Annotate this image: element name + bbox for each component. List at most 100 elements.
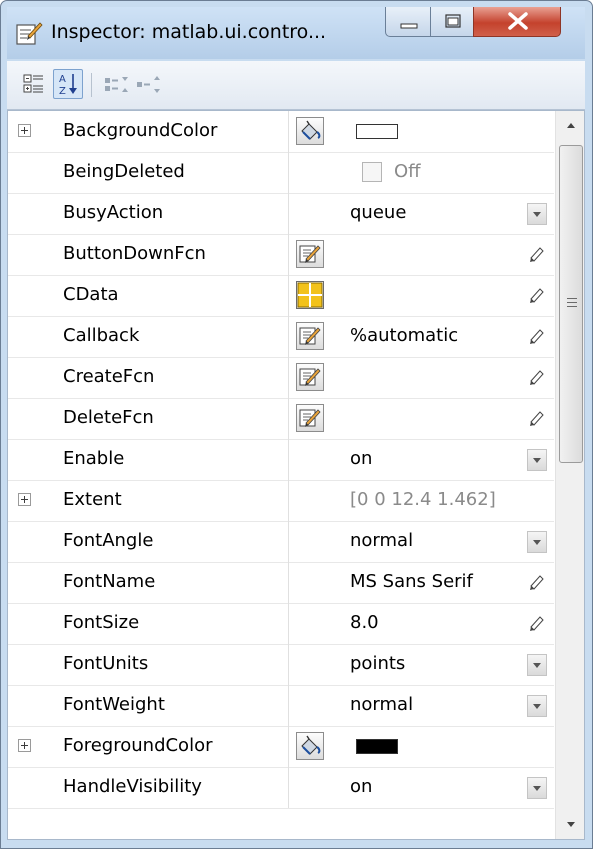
property-name: DeleteFcn: [63, 407, 154, 428]
dropdown-arrow-icon[interactable]: [527, 777, 547, 799]
column-divider: [288, 316, 289, 357]
property-row[interactable]: FontSize 8.0: [8, 603, 554, 645]
property-row[interactable]: BackgroundColor: [8, 111, 554, 153]
property-value[interactable]: normal: [350, 694, 413, 715]
property-row[interactable]: BusyAction queue: [8, 193, 554, 235]
dropdown-arrow-icon[interactable]: [527, 531, 547, 553]
edit-pencil-icon[interactable]: [527, 367, 547, 387]
property-value[interactable]: points: [350, 653, 405, 674]
column-divider: [288, 152, 289, 193]
property-name: Extent: [63, 489, 122, 510]
property-value[interactable]: on: [350, 448, 372, 469]
minimize-icon: [400, 23, 418, 29]
expand-toggle-icon[interactable]: [18, 493, 31, 506]
edit-pencil-icon[interactable]: [527, 244, 547, 264]
scrollbar-thumb[interactable]: [559, 145, 583, 463]
checkbox-label: Off: [394, 161, 421, 182]
edit-pencil-icon[interactable]: [527, 613, 547, 633]
inspector-window: Inspector: matlab.ui.contro... A Z Backg…: [0, 0, 593, 849]
maximize-button[interactable]: [430, 7, 474, 37]
property-row[interactable]: DeleteFcn: [8, 398, 554, 440]
close-button[interactable]: [473, 7, 561, 37]
dropdown-arrow-icon[interactable]: [527, 203, 547, 225]
callback-editor-icon: [299, 327, 321, 345]
property-value[interactable]: %automatic: [350, 325, 458, 346]
property-value[interactable]: MS Sans Serif: [350, 571, 473, 592]
property-row[interactable]: BeingDeleted Off: [8, 152, 554, 194]
scroll-down-arrow-icon[interactable]: [556, 809, 584, 839]
color-swatch: [356, 124, 398, 139]
column-divider: [288, 767, 289, 808]
property-name: FontWeight: [63, 694, 165, 715]
property-value[interactable]: 8.0: [350, 612, 379, 633]
toolbar: A Z: [7, 61, 585, 110]
scroll-up-arrow-icon[interactable]: [556, 111, 584, 141]
thumb-grip: [567, 306, 577, 307]
property-row[interactable]: Enable on: [8, 439, 554, 481]
property-grid: BackgroundColor BeingDeleted Off BusyAct…: [7, 110, 585, 840]
callback-editor-icon: [299, 409, 321, 427]
array-editor-button[interactable]: [296, 281, 324, 309]
property-value[interactable]: queue: [350, 202, 406, 223]
property-row[interactable]: ButtonDownFcn: [8, 234, 554, 276]
column-divider: [288, 275, 289, 316]
property-row[interactable]: FontName MS Sans Serif: [8, 562, 554, 604]
property-row[interactable]: ForegroundColor: [8, 726, 554, 768]
property-name: CreateFcn: [63, 366, 155, 387]
array-editor-icon: [297, 282, 323, 308]
color-swatch: [356, 739, 398, 754]
thumb-grip: [567, 298, 577, 299]
property-checkbox: [362, 162, 382, 182]
property-name: Enable: [63, 448, 125, 469]
property-value: [0 0 12.4 1.462]: [350, 489, 496, 510]
dropdown-arrow-icon[interactable]: [527, 695, 547, 717]
expand-toggle-icon[interactable]: [18, 124, 31, 137]
property-name: BackgroundColor: [63, 120, 218, 141]
property-row[interactable]: CData: [8, 275, 554, 317]
close-icon: [508, 12, 528, 30]
column-divider: [288, 357, 289, 398]
column-divider: [288, 398, 289, 439]
property-row[interactable]: HandleVisibility on: [8, 767, 554, 809]
callback-editor-icon: [299, 368, 321, 386]
dropdown-arrow-icon[interactable]: [527, 449, 547, 471]
column-divider: [288, 480, 289, 521]
callback-editor-button[interactable]: [296, 240, 324, 268]
column-divider: [288, 111, 289, 152]
property-row[interactable]: FontUnits points: [8, 644, 554, 686]
sort-alphabetical-button[interactable]: A Z: [53, 69, 83, 99]
column-divider: [288, 234, 289, 275]
property-row[interactable]: FontAngle normal: [8, 521, 554, 563]
minimize-button[interactable]: [385, 7, 431, 37]
edit-pencil-icon[interactable]: [527, 326, 547, 346]
expand-toggle-icon[interactable]: [18, 739, 31, 752]
property-value[interactable]: normal: [350, 530, 413, 551]
column-divider: [288, 685, 289, 726]
edit-pencil-icon[interactable]: [527, 285, 547, 305]
column-divider: [288, 562, 289, 603]
property-row[interactable]: Callback %automatic: [8, 316, 554, 358]
color-picker-button[interactable]: [296, 117, 324, 145]
collapse-all-button[interactable]: [133, 69, 163, 99]
callback-editor-button[interactable]: [296, 322, 324, 350]
dropdown-arrow-icon[interactable]: [527, 654, 547, 676]
expand-all-button[interactable]: [101, 69, 131, 99]
property-name: ButtonDownFcn: [63, 243, 206, 264]
vertical-scrollbar[interactable]: [555, 111, 584, 839]
sort-alphabetical-icon: A Z: [59, 74, 77, 97]
property-row[interactable]: Extent [0 0 12.4 1.462]: [8, 480, 554, 522]
svg-text:Z: Z: [59, 86, 66, 97]
column-divider: [288, 603, 289, 644]
property-value[interactable]: on: [350, 776, 372, 797]
property-row[interactable]: FontWeight normal: [8, 685, 554, 727]
callback-editor-button[interactable]: [296, 363, 324, 391]
callback-editor-icon: [299, 245, 321, 263]
column-divider: [288, 726, 289, 767]
categorize-button[interactable]: [19, 69, 49, 99]
property-row[interactable]: CreateFcn: [8, 357, 554, 399]
title-bar[interactable]: Inspector: matlab.ui.contro...: [7, 7, 585, 59]
edit-pencil-icon[interactable]: [527, 572, 547, 592]
callback-editor-button[interactable]: [296, 404, 324, 432]
color-picker-button[interactable]: [296, 732, 324, 760]
edit-pencil-icon[interactable]: [527, 408, 547, 428]
